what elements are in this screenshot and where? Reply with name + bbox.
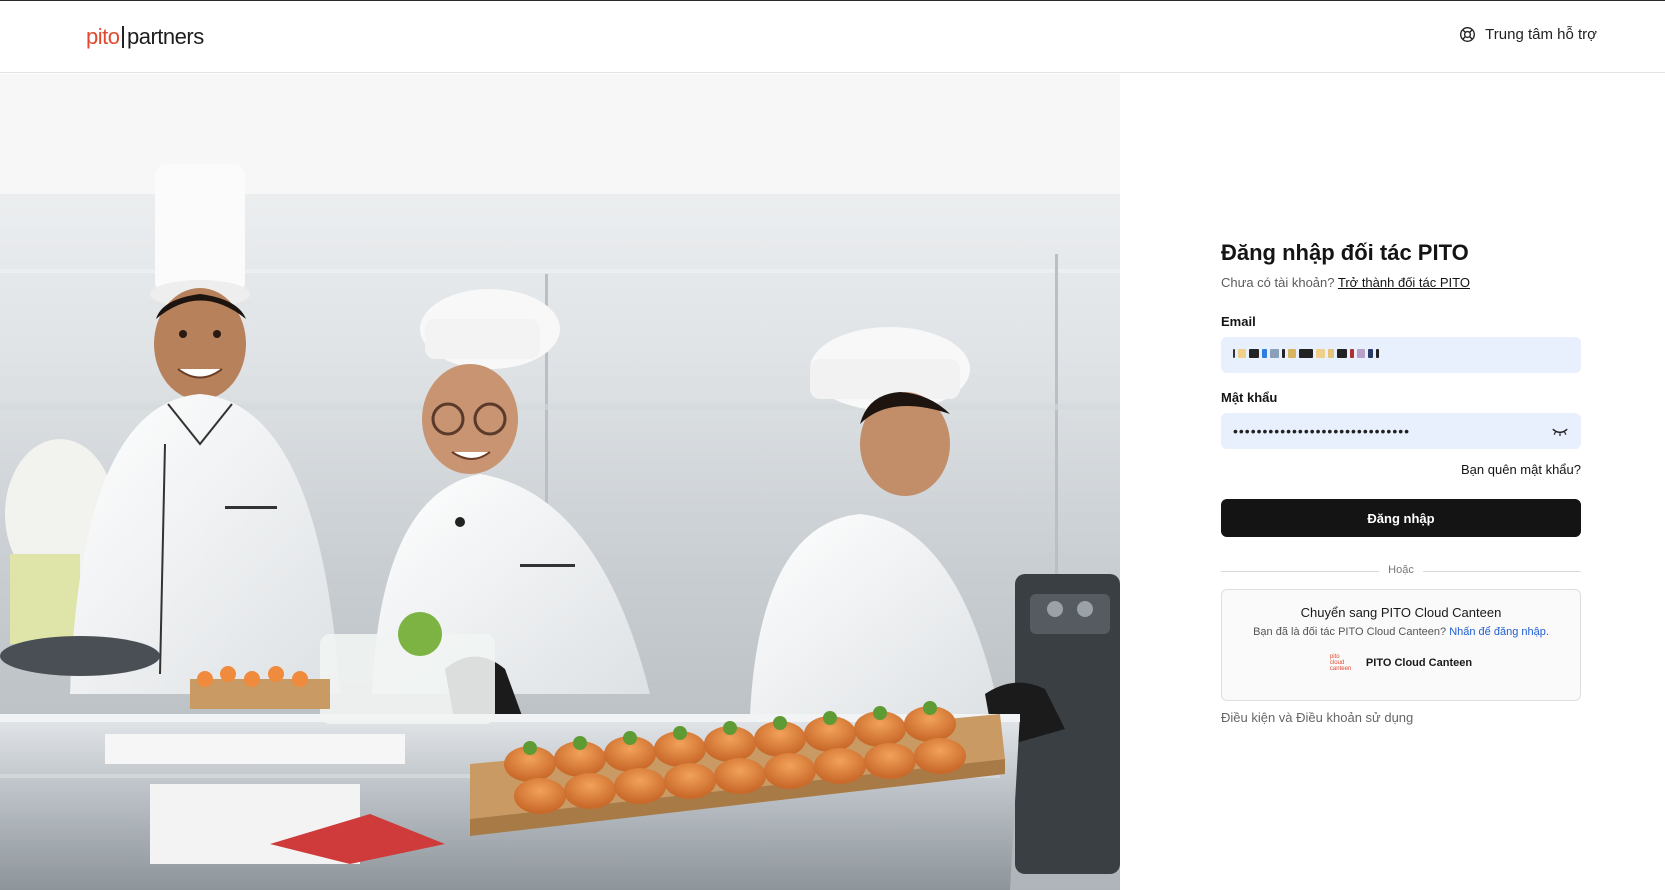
logo-brand: pito [86,24,120,49]
or-divider: Hoặc [1221,564,1581,578]
no-account-text: Chưa có tài khoản? [1221,275,1335,290]
cloud-canteen-login-link[interactable]: Nhấn để đăng nhập. [1449,626,1549,638]
cloud-canteen-switch[interactable]: pito cloud canteen PITO Cloud Canteen [1222,652,1580,674]
login-panel: Đăng nhập đối tác PITO Chưa có tài khoản… [1221,74,1581,890]
lifebuoy-icon [1460,27,1476,42]
pito-partners-logo[interactable]: pito partners [86,23,204,51]
cloud-canteen-logo: pito cloud canteen [1330,652,1358,674]
hero-image [0,74,1120,890]
email-field[interactable] [1221,337,1581,373]
top-bar: pito partners Trung tâm hỗ trợ [0,1,1665,73]
signup-prompt: Chưa có tài khoản? Trở thành đối tác PIT… [1221,275,1470,290]
cloud-canteen-name: PITO Cloud Canteen [1365,657,1473,669]
page-title: Đăng nhập đối tác PITO [1221,240,1469,265]
cloud-canteen-title: Chuyển sang PITO Cloud Canteen [1300,605,1502,620]
cloud-canteen-card: Chuyển sang PITO Cloud Canteen Bạn đã là… [1221,589,1581,701]
email-redacted-value [1233,349,1379,358]
divider-line-right [1423,571,1581,572]
forgot-password-link[interactable]: Bạn quên mật khẩu? [1461,462,1581,477]
divider-text: Hoặc [1388,564,1414,576]
password-field[interactable] [1221,413,1581,449]
password-label: Mật khẩu [1221,390,1278,405]
login-button[interactable]: Đăng nhập [1221,499,1581,537]
become-partner-link[interactable]: Trở thành đối tác PITO [1338,275,1470,290]
help-center-label: Trung tâm hỗ trợ [1485,26,1597,43]
logo-product: partners [126,24,204,49]
password-input-group [1221,413,1581,449]
help-center-link[interactable]: Trung tâm hỗ trợ [1459,26,1597,43]
eye-closed-icon[interactable] [1551,424,1569,438]
logo-separator [122,26,124,48]
terms-link[interactable]: Điều kiện và Điều khoản sử dụng [1221,710,1413,725]
cloud-canteen-desc-text: Bạn đã là đối tác PITO Cloud Canteen? [1253,626,1447,638]
email-label: Email [1221,314,1256,329]
cloud-canteen-logo-line3: canteen [1329,666,1352,672]
cloud-canteen-desc: Bạn đã là đối tác PITO Cloud Canteen? Nh… [1222,626,1580,638]
